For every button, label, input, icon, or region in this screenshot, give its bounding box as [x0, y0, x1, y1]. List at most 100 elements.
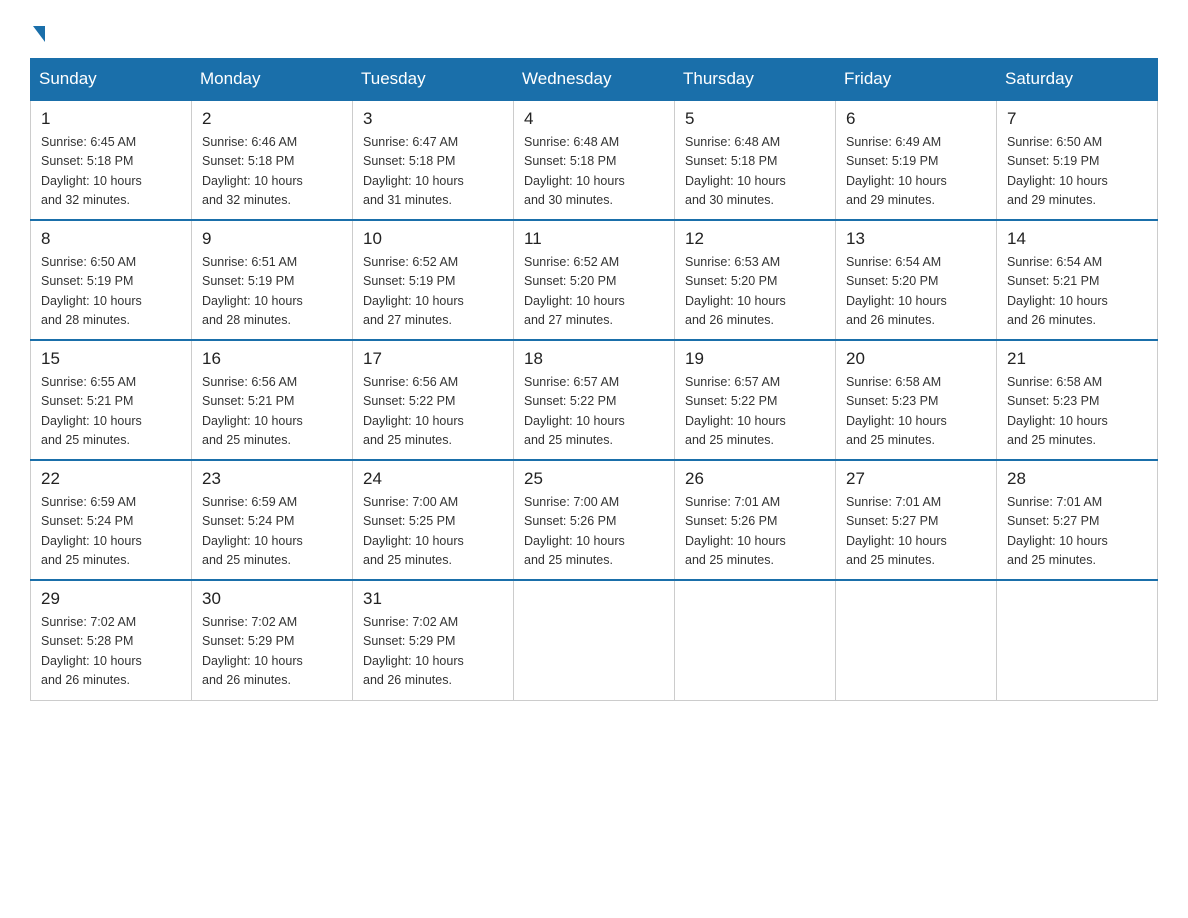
logo — [30, 20, 45, 42]
day-number: 5 — [685, 109, 825, 129]
calendar-week-row: 22 Sunrise: 6:59 AM Sunset: 5:24 PM Dayl… — [31, 460, 1158, 580]
day-info: Sunrise: 7:01 AM Sunset: 5:27 PM Dayligh… — [1007, 493, 1147, 571]
calendar-day-cell: 19 Sunrise: 6:57 AM Sunset: 5:22 PM Dayl… — [675, 340, 836, 460]
day-number: 1 — [41, 109, 181, 129]
calendar-empty-cell — [997, 580, 1158, 700]
day-number: 19 — [685, 349, 825, 369]
day-number: 23 — [202, 469, 342, 489]
calendar-day-cell: 4 Sunrise: 6:48 AM Sunset: 5:18 PM Dayli… — [514, 100, 675, 220]
day-info: Sunrise: 6:57 AM Sunset: 5:22 PM Dayligh… — [524, 373, 664, 451]
page-header — [30, 20, 1158, 42]
column-header-saturday: Saturday — [997, 59, 1158, 101]
calendar-table: SundayMondayTuesdayWednesdayThursdayFrid… — [30, 58, 1158, 701]
day-info: Sunrise: 6:45 AM Sunset: 5:18 PM Dayligh… — [41, 133, 181, 211]
day-number: 22 — [41, 469, 181, 489]
calendar-day-cell: 26 Sunrise: 7:01 AM Sunset: 5:26 PM Dayl… — [675, 460, 836, 580]
day-number: 20 — [846, 349, 986, 369]
day-number: 6 — [846, 109, 986, 129]
day-number: 8 — [41, 229, 181, 249]
calendar-day-cell: 11 Sunrise: 6:52 AM Sunset: 5:20 PM Dayl… — [514, 220, 675, 340]
day-info: Sunrise: 7:02 AM Sunset: 5:29 PM Dayligh… — [363, 613, 503, 691]
day-info: Sunrise: 7:01 AM Sunset: 5:27 PM Dayligh… — [846, 493, 986, 571]
logo-triangle-icon — [33, 26, 45, 42]
calendar-day-cell: 28 Sunrise: 7:01 AM Sunset: 5:27 PM Dayl… — [997, 460, 1158, 580]
day-info: Sunrise: 6:52 AM Sunset: 5:20 PM Dayligh… — [524, 253, 664, 331]
calendar-day-cell: 9 Sunrise: 6:51 AM Sunset: 5:19 PM Dayli… — [192, 220, 353, 340]
day-info: Sunrise: 6:51 AM Sunset: 5:19 PM Dayligh… — [202, 253, 342, 331]
day-number: 3 — [363, 109, 503, 129]
calendar-week-row: 1 Sunrise: 6:45 AM Sunset: 5:18 PM Dayli… — [31, 100, 1158, 220]
calendar-day-cell: 20 Sunrise: 6:58 AM Sunset: 5:23 PM Dayl… — [836, 340, 997, 460]
calendar-week-row: 15 Sunrise: 6:55 AM Sunset: 5:21 PM Dayl… — [31, 340, 1158, 460]
day-number: 25 — [524, 469, 664, 489]
calendar-week-row: 29 Sunrise: 7:02 AM Sunset: 5:28 PM Dayl… — [31, 580, 1158, 700]
column-header-sunday: Sunday — [31, 59, 192, 101]
day-number: 9 — [202, 229, 342, 249]
day-info: Sunrise: 7:01 AM Sunset: 5:26 PM Dayligh… — [685, 493, 825, 571]
calendar-day-cell: 30 Sunrise: 7:02 AM Sunset: 5:29 PM Dayl… — [192, 580, 353, 700]
calendar-day-cell: 22 Sunrise: 6:59 AM Sunset: 5:24 PM Dayl… — [31, 460, 192, 580]
day-number: 4 — [524, 109, 664, 129]
calendar-day-cell: 8 Sunrise: 6:50 AM Sunset: 5:19 PM Dayli… — [31, 220, 192, 340]
day-number: 31 — [363, 589, 503, 609]
day-number: 13 — [846, 229, 986, 249]
day-number: 27 — [846, 469, 986, 489]
calendar-empty-cell — [675, 580, 836, 700]
column-header-thursday: Thursday — [675, 59, 836, 101]
day-info: Sunrise: 6:52 AM Sunset: 5:19 PM Dayligh… — [363, 253, 503, 331]
day-info: Sunrise: 6:46 AM Sunset: 5:18 PM Dayligh… — [202, 133, 342, 211]
calendar-day-cell: 2 Sunrise: 6:46 AM Sunset: 5:18 PM Dayli… — [192, 100, 353, 220]
day-info: Sunrise: 6:59 AM Sunset: 5:24 PM Dayligh… — [202, 493, 342, 571]
day-number: 18 — [524, 349, 664, 369]
calendar-day-cell: 5 Sunrise: 6:48 AM Sunset: 5:18 PM Dayli… — [675, 100, 836, 220]
calendar-day-cell: 29 Sunrise: 7:02 AM Sunset: 5:28 PM Dayl… — [31, 580, 192, 700]
calendar-day-cell: 10 Sunrise: 6:52 AM Sunset: 5:19 PM Dayl… — [353, 220, 514, 340]
calendar-day-cell: 17 Sunrise: 6:56 AM Sunset: 5:22 PM Dayl… — [353, 340, 514, 460]
day-number: 14 — [1007, 229, 1147, 249]
day-info: Sunrise: 6:48 AM Sunset: 5:18 PM Dayligh… — [685, 133, 825, 211]
day-info: Sunrise: 6:58 AM Sunset: 5:23 PM Dayligh… — [1007, 373, 1147, 451]
day-info: Sunrise: 6:49 AM Sunset: 5:19 PM Dayligh… — [846, 133, 986, 211]
day-number: 12 — [685, 229, 825, 249]
day-info: Sunrise: 7:00 AM Sunset: 5:26 PM Dayligh… — [524, 493, 664, 571]
day-number: 17 — [363, 349, 503, 369]
column-header-wednesday: Wednesday — [514, 59, 675, 101]
calendar-day-cell: 15 Sunrise: 6:55 AM Sunset: 5:21 PM Dayl… — [31, 340, 192, 460]
calendar-day-cell: 23 Sunrise: 6:59 AM Sunset: 5:24 PM Dayl… — [192, 460, 353, 580]
calendar-header-row: SundayMondayTuesdayWednesdayThursdayFrid… — [31, 59, 1158, 101]
day-info: Sunrise: 6:57 AM Sunset: 5:22 PM Dayligh… — [685, 373, 825, 451]
day-number: 26 — [685, 469, 825, 489]
calendar-day-cell: 16 Sunrise: 6:56 AM Sunset: 5:21 PM Dayl… — [192, 340, 353, 460]
day-number: 29 — [41, 589, 181, 609]
day-info: Sunrise: 7:02 AM Sunset: 5:29 PM Dayligh… — [202, 613, 342, 691]
calendar-day-cell: 24 Sunrise: 7:00 AM Sunset: 5:25 PM Dayl… — [353, 460, 514, 580]
calendar-day-cell: 12 Sunrise: 6:53 AM Sunset: 5:20 PM Dayl… — [675, 220, 836, 340]
day-number: 2 — [202, 109, 342, 129]
calendar-day-cell: 6 Sunrise: 6:49 AM Sunset: 5:19 PM Dayli… — [836, 100, 997, 220]
day-number: 10 — [363, 229, 503, 249]
day-info: Sunrise: 6:53 AM Sunset: 5:20 PM Dayligh… — [685, 253, 825, 331]
calendar-day-cell: 25 Sunrise: 7:00 AM Sunset: 5:26 PM Dayl… — [514, 460, 675, 580]
day-number: 15 — [41, 349, 181, 369]
calendar-day-cell: 14 Sunrise: 6:54 AM Sunset: 5:21 PM Dayl… — [997, 220, 1158, 340]
calendar-day-cell: 13 Sunrise: 6:54 AM Sunset: 5:20 PM Dayl… — [836, 220, 997, 340]
calendar-week-row: 8 Sunrise: 6:50 AM Sunset: 5:19 PM Dayli… — [31, 220, 1158, 340]
day-info: Sunrise: 6:54 AM Sunset: 5:21 PM Dayligh… — [1007, 253, 1147, 331]
day-info: Sunrise: 6:55 AM Sunset: 5:21 PM Dayligh… — [41, 373, 181, 451]
column-header-tuesday: Tuesday — [353, 59, 514, 101]
day-info: Sunrise: 6:59 AM Sunset: 5:24 PM Dayligh… — [41, 493, 181, 571]
day-info: Sunrise: 6:56 AM Sunset: 5:22 PM Dayligh… — [363, 373, 503, 451]
calendar-day-cell: 31 Sunrise: 7:02 AM Sunset: 5:29 PM Dayl… — [353, 580, 514, 700]
calendar-day-cell: 7 Sunrise: 6:50 AM Sunset: 5:19 PM Dayli… — [997, 100, 1158, 220]
calendar-empty-cell — [514, 580, 675, 700]
day-info: Sunrise: 6:54 AM Sunset: 5:20 PM Dayligh… — [846, 253, 986, 331]
day-number: 24 — [363, 469, 503, 489]
day-info: Sunrise: 6:47 AM Sunset: 5:18 PM Dayligh… — [363, 133, 503, 211]
calendar-day-cell: 18 Sunrise: 6:57 AM Sunset: 5:22 PM Dayl… — [514, 340, 675, 460]
calendar-empty-cell — [836, 580, 997, 700]
calendar-day-cell: 3 Sunrise: 6:47 AM Sunset: 5:18 PM Dayli… — [353, 100, 514, 220]
column-header-monday: Monday — [192, 59, 353, 101]
calendar-day-cell: 21 Sunrise: 6:58 AM Sunset: 5:23 PM Dayl… — [997, 340, 1158, 460]
day-info: Sunrise: 6:50 AM Sunset: 5:19 PM Dayligh… — [1007, 133, 1147, 211]
day-number: 11 — [524, 229, 664, 249]
